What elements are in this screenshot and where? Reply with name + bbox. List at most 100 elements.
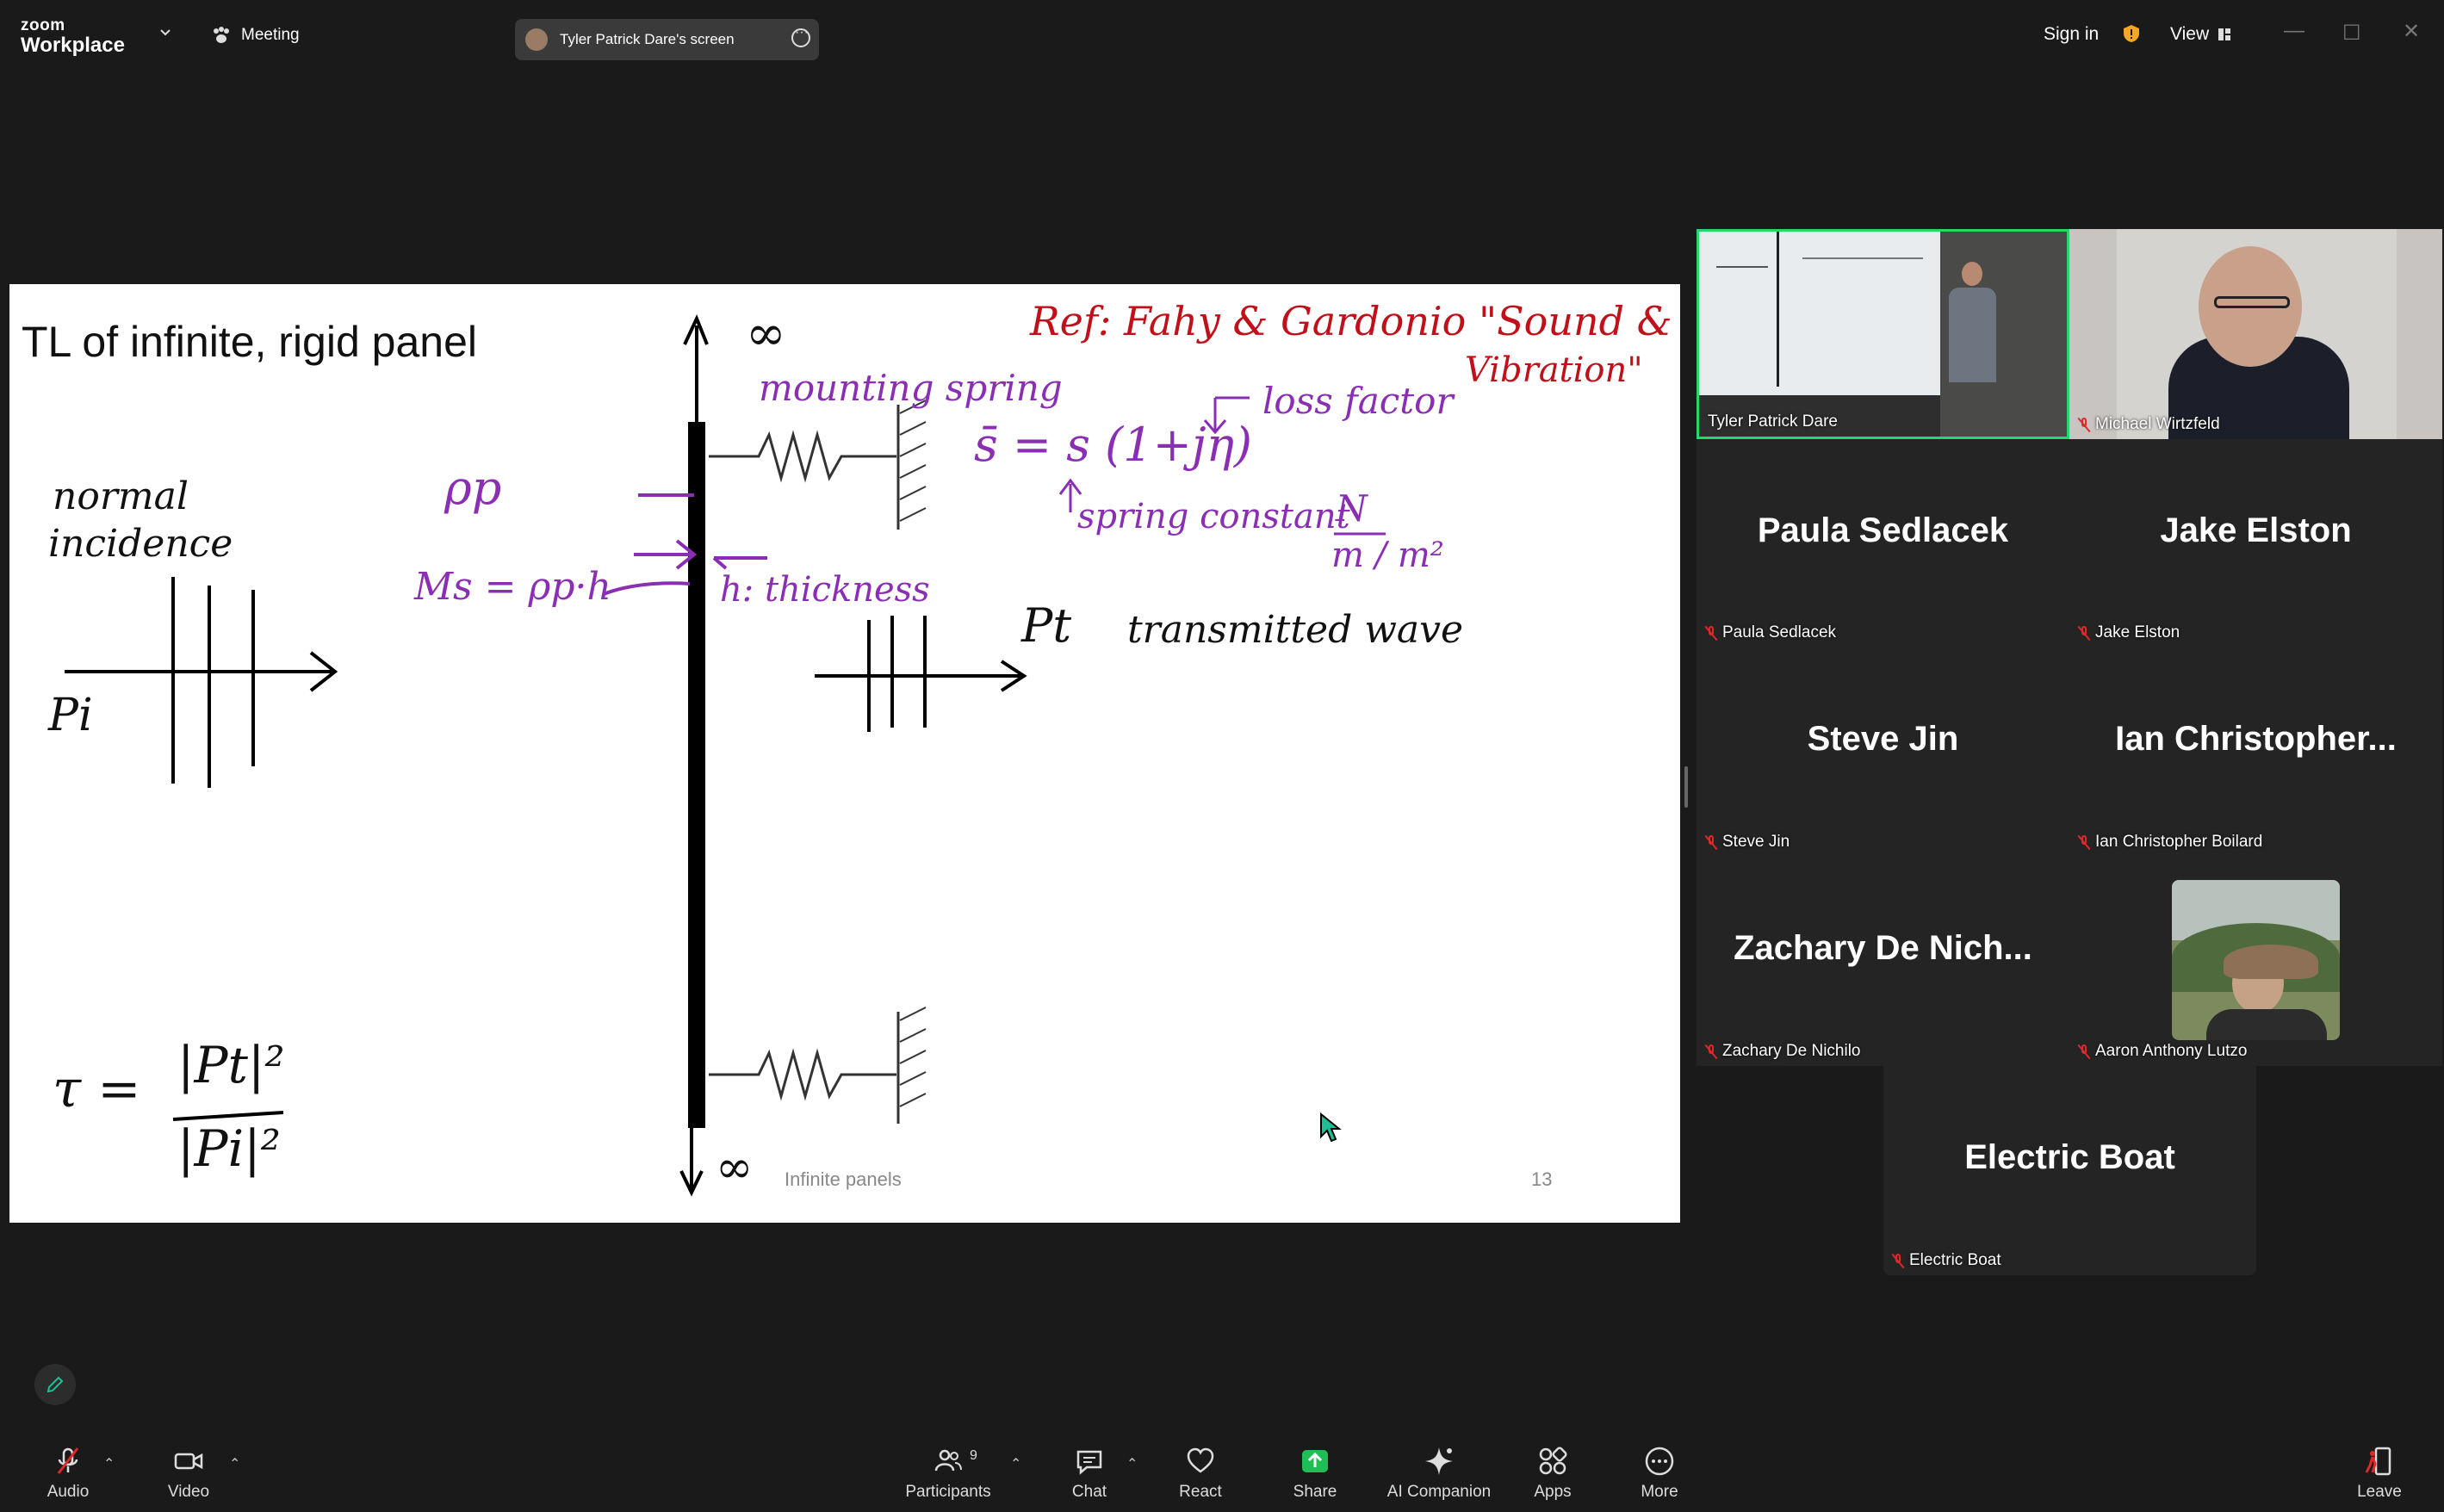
maximize-icon[interactable]: ☐ (2342, 21, 2361, 46)
ai-companion-label: AI Companion (1386, 1483, 1492, 1501)
participant-tile-ian[interactable]: Ian Christopher... Ian Christopher Boila… (2069, 648, 2442, 857)
tau-denominator: |Pi|² (177, 1119, 281, 1178)
mounting-spring-label: mounting spring (759, 367, 1063, 409)
participant-tile-aaron[interactable]: Aaron Anthony Lutzo (2069, 857, 2442, 1066)
more-button[interactable]: More (1612, 1445, 1707, 1502)
sparkle-icon (1425, 1447, 1453, 1475)
top-mounting-spring (709, 430, 896, 483)
participant-name-steve: Steve Jin (1705, 833, 1790, 852)
participants-button[interactable]: 9 Participants (901, 1445, 996, 1502)
participant-tile-zachary[interactable]: Zachary De Nich... Zachary De Nichilo (1697, 857, 2069, 1066)
participant-display-electric-boat: Electric Boat (1964, 1138, 2175, 1176)
participants-label: Participants (905, 1483, 991, 1501)
participant-tile-paula[interactable]: Paula Sedlacek Paula Sedlacek (1697, 439, 2069, 648)
units-denominator: m / m² (1331, 536, 1444, 575)
meeting-label: Meeting (241, 26, 300, 44)
close-icon[interactable]: ✕ (2403, 19, 2420, 44)
rigid-panel-wall (688, 422, 705, 1128)
meeting-info-button[interactable]: Meeting (212, 26, 300, 45)
share-button[interactable]: Share (1268, 1445, 1362, 1502)
view-button[interactable]: View (2170, 24, 2231, 45)
participant-tile-michael[interactable]: Michael Wirtzfeld (2069, 229, 2442, 439)
slide-page-number: 13 (1531, 1168, 1553, 1190)
participant-display-steve: Steve Jin (1807, 720, 1959, 758)
chat-options-chevron-icon[interactable]: ⌃ (1126, 1455, 1138, 1472)
meeting-toolbar: Audio ⌃ Video ⌃ 9 Participants ⌃ Chat ⌃ … (0, 1435, 2444, 1512)
density-label: ρp (444, 461, 502, 515)
participant-tile-jake[interactable]: Jake Elston Jake Elston (2069, 439, 2442, 648)
surface-mass-equation: Ms = ρp·h (414, 565, 611, 609)
reference-note: Ref: Fahy & Gardonio "Sound & Structural (1030, 298, 1680, 344)
participant-tile-tyler[interactable]: Tyler Patrick Dare (1697, 229, 2069, 439)
transmitted-pressure-label: Pt (1021, 598, 1072, 653)
mic-muted-icon (2078, 625, 2090, 641)
mic-muted-icon (2078, 1044, 2090, 1059)
shared-screen-slide: TL of infinite, rigid panel ∞ ∞ Ref: Fah… (9, 284, 1680, 1223)
infinity-bottom: ∞ (716, 1142, 754, 1193)
apps-icon (1539, 1447, 1567, 1475)
bottom-mounting-spring (709, 1048, 896, 1101)
panel-resize-handle[interactable] (1684, 766, 1688, 808)
video-button[interactable]: Video (141, 1445, 236, 1502)
leave-label: Leave (2357, 1483, 2402, 1501)
chevron-down-icon[interactable] (160, 28, 171, 38)
participant-name-ian: Ian Christopher Boilard (2078, 833, 2262, 852)
participants-options-chevron-icon[interactable]: ⌃ (1010, 1455, 1021, 1472)
units-numerator: N (1336, 487, 1368, 530)
audio-options-chevron-icon[interactable]: ⌃ (103, 1455, 115, 1472)
video-options-chevron-icon[interactable]: ⌃ (229, 1455, 240, 1472)
shield-icon[interactable] (2123, 24, 2140, 43)
participant-display-zachary: Zachary De Nich... (1734, 929, 2032, 967)
sign-in-link[interactable]: Sign in (2044, 24, 2099, 45)
tau-symbol: τ = (53, 1059, 141, 1119)
presenter-body (1949, 288, 1996, 382)
participant-name-paula: Paula Sedlacek (1705, 623, 1836, 642)
minimize-icon[interactable]: — (2284, 19, 2304, 43)
loss-factor-label: loss factor (1262, 380, 1454, 422)
chat-button[interactable]: Chat (1042, 1445, 1137, 1502)
sharer-avatar (525, 28, 548, 51)
participant-tile-electric-boat[interactable]: Electric Boat Electric Boat (1883, 1066, 2256, 1275)
participant-tile-steve[interactable]: Steve Jin Steve Jin (1697, 648, 2069, 857)
tau-numerator: |Pt|² (177, 1036, 285, 1094)
slide-footer: Infinite panels (785, 1168, 902, 1190)
share-pill-text: Tyler Patrick Dare's screen (560, 31, 735, 47)
participant-name-electric-boat: Electric Boat (1892, 1251, 2001, 1270)
logo-top-text: zoom (21, 16, 65, 34)
more-options-icon[interactable] (791, 25, 810, 47)
mic-muted-icon (1705, 1044, 1717, 1059)
video-whiteboard (1699, 232, 1940, 395)
pencil-icon (47, 1376, 64, 1393)
screen-share-pill[interactable]: Tyler Patrick Dare's screen (515, 19, 819, 60)
mic-muted-icon (2078, 417, 2090, 432)
leave-button[interactable]: Leave (2332, 1445, 2427, 1502)
apps-label: Apps (1534, 1483, 1572, 1501)
leave-door-icon (2365, 1447, 2391, 1476)
audio-button[interactable]: Audio (21, 1445, 115, 1502)
mic-muted-icon (1705, 834, 1717, 850)
spring-constant-label: spring constant (1077, 497, 1350, 536)
react-button[interactable]: React (1153, 1445, 1248, 1502)
participant-display-ian: Ian Christopher... (2115, 720, 2397, 758)
more-label: More (1641, 1483, 1678, 1501)
logo-bottom-text: Workplace (21, 34, 125, 57)
participants-icon (934, 1449, 962, 1472)
annotate-pencil-button[interactable] (34, 1364, 76, 1405)
incidence-label: incidence (48, 522, 233, 566)
share-label: Share (1293, 1483, 1337, 1501)
infinity-top: ∞ (746, 306, 786, 362)
participants-count: 9 (970, 1448, 977, 1463)
ai-companion-button[interactable]: AI Companion (1383, 1445, 1495, 1502)
heart-icon (1187, 1447, 1214, 1473)
participant-name-michael: Michael Wirtzfeld (2078, 415, 2220, 434)
chat-icon (1076, 1450, 1102, 1475)
more-icon (1645, 1447, 1674, 1476)
participant-video-aaron (2172, 880, 2340, 1040)
grid-view-icon (2218, 28, 2231, 40)
mouse-cursor-icon (1320, 1112, 1342, 1143)
transmitted-wave-label: transmitted wave (1127, 608, 1464, 652)
zoom-workplace-logo[interactable]: zoom Workplace (21, 17, 125, 56)
video-label: Video (167, 1483, 210, 1501)
react-label: React (1179, 1483, 1222, 1501)
apps-button[interactable]: Apps (1505, 1445, 1600, 1502)
